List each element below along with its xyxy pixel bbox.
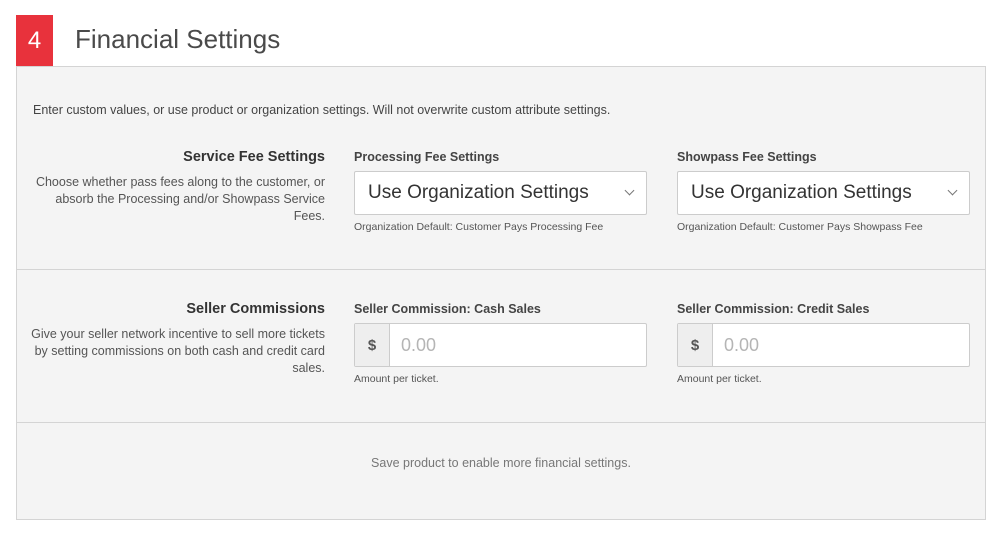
- service-fee-title: Service Fee Settings: [183, 149, 325, 165]
- processing-fee-hint: Organization Default: Customer Pays Proc…: [354, 221, 604, 233]
- showpass-fee-selected-value: Use Organization Settings: [691, 182, 912, 203]
- cash-commission-hint: Amount per ticket.: [354, 373, 439, 385]
- processing-fee-selected-value: Use Organization Settings: [368, 182, 589, 203]
- credit-commission-input[interactable]: [713, 324, 969, 366]
- cash-commission-field: Seller Commission: Cash Sales $ Amount p…: [354, 302, 647, 385]
- showpass-fee-hint: Organization Default: Customer Pays Show…: [677, 221, 923, 233]
- credit-commission-input-group: $: [677, 323, 970, 367]
- cash-commission-input[interactable]: [390, 324, 646, 366]
- save-product-note: Save product to enable more financial se…: [371, 456, 631, 470]
- processing-fee-label: Processing Fee Settings: [354, 150, 500, 164]
- credit-commission-field: Seller Commission: Credit Sales $ Amount…: [677, 302, 970, 385]
- section-title: Financial Settings: [75, 24, 281, 54]
- dollar-prefix: $: [678, 324, 713, 366]
- seller-commissions-description: Give your seller network incentive to se…: [31, 327, 325, 375]
- cash-commission-label: Seller Commission: Cash Sales: [354, 302, 541, 316]
- dollar-prefix: $: [355, 324, 390, 366]
- service-fee-info: Service Fee Settings Choose whether pass…: [27, 149, 325, 225]
- seller-commissions-title: Seller Commissions: [186, 301, 325, 317]
- credit-commission-hint: Amount per ticket.: [677, 373, 762, 385]
- processing-fee-field: Processing Fee Settings Use Organization…: [354, 150, 647, 233]
- chevron-down-icon: [947, 185, 958, 196]
- showpass-fee-select[interactable]: Use Organization Settings: [677, 171, 970, 215]
- footer-section: Save product to enable more financial se…: [17, 423, 985, 520]
- chevron-down-icon: [624, 185, 635, 196]
- financial-settings-panel: Enter custom values, or use product or o…: [16, 66, 986, 520]
- processing-fee-select[interactable]: Use Organization Settings: [354, 171, 647, 215]
- credit-commission-label: Seller Commission: Credit Sales: [677, 302, 870, 316]
- service-fee-description: Choose whether pass fees along to the cu…: [35, 175, 325, 223]
- showpass-fee-field: Showpass Fee Settings Use Organization S…: [677, 150, 970, 233]
- cash-commission-input-group: $: [354, 323, 647, 367]
- seller-commissions-info: Seller Commissions Give your seller netw…: [27, 301, 325, 377]
- showpass-fee-label: Showpass Fee Settings: [677, 150, 817, 164]
- section-header: 4 Financial Settings: [16, 15, 986, 66]
- intro-text: Enter custom values, or use product or o…: [33, 103, 611, 117]
- seller-commissions-section: Seller Commissions Give your seller netw…: [17, 270, 985, 423]
- step-number-badge: 4: [16, 15, 53, 66]
- service-fee-section: Enter custom values, or use product or o…: [17, 67, 985, 270]
